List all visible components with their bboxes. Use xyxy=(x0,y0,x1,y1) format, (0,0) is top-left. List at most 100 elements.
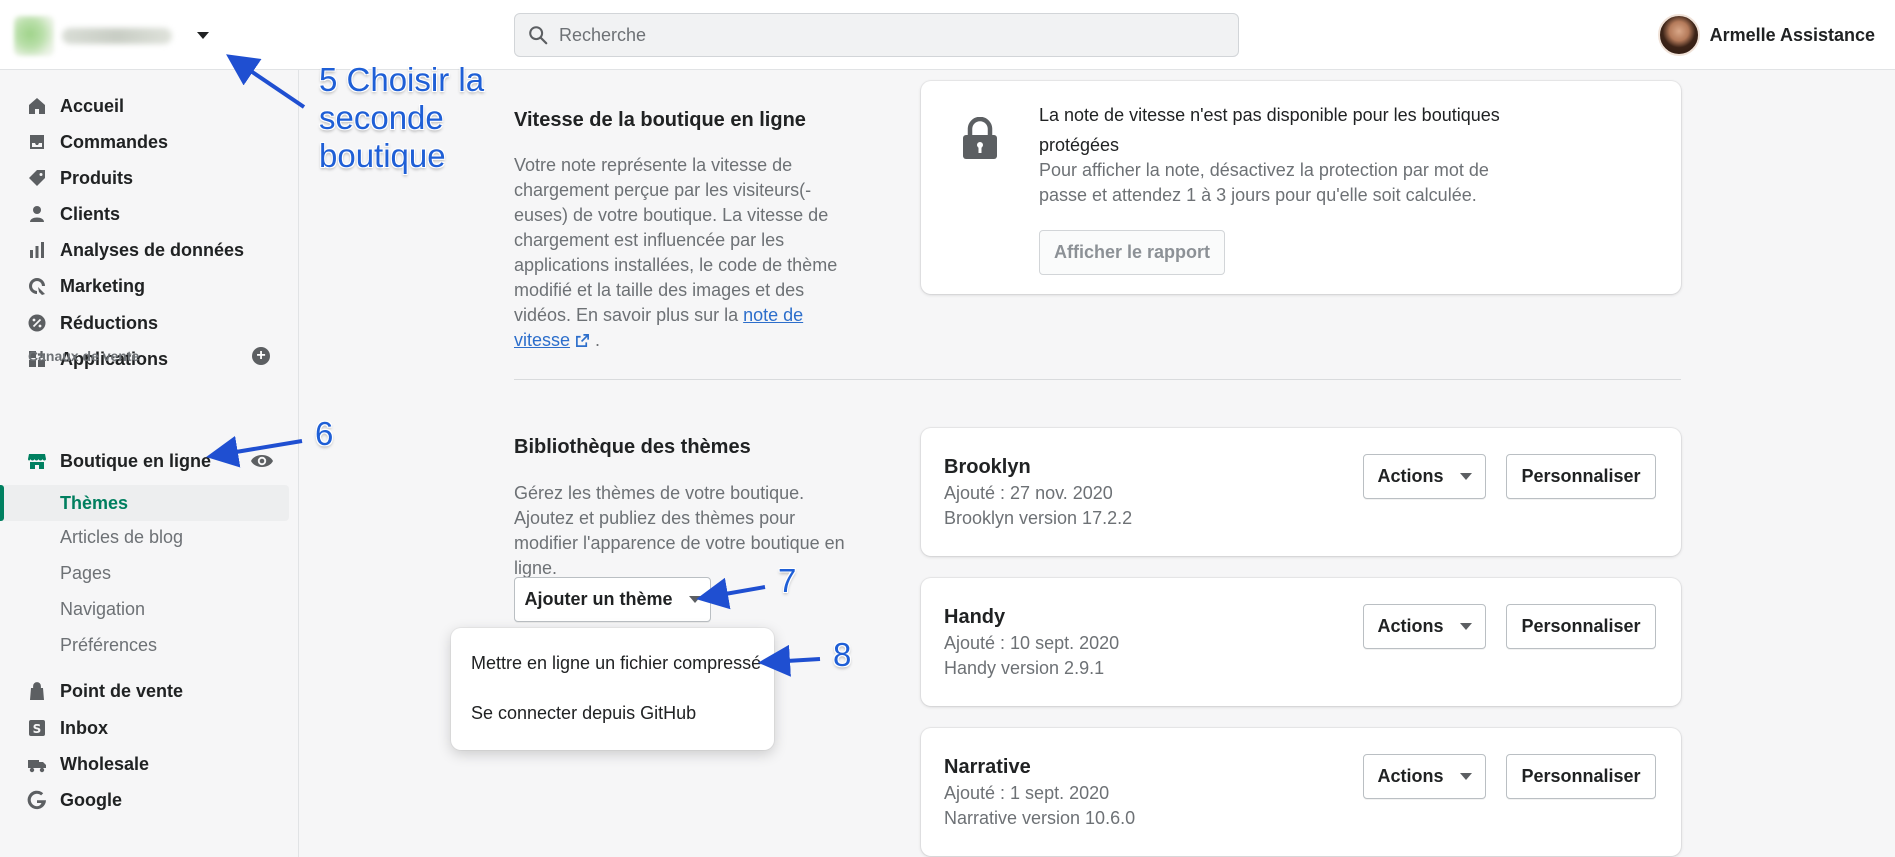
external-link-icon xyxy=(576,334,590,347)
top-bar: Armelle Assistance xyxy=(0,0,1895,70)
add-theme-dropdown: Mettre en ligne un fichier compressé Se … xyxy=(451,628,774,750)
discount-icon xyxy=(26,312,48,334)
add-channel-plus-icon[interactable]: + xyxy=(252,347,270,365)
orders-icon xyxy=(26,131,48,153)
caret-down-icon xyxy=(1459,773,1472,780)
sidebar-subitem-pages[interactable]: Pages xyxy=(60,557,111,589)
sidebar-subitem-preferences[interactable]: Préférences xyxy=(60,629,157,661)
wholesale-icon xyxy=(26,753,48,775)
search-bar[interactable] xyxy=(514,13,1239,57)
sidebar-item-analyses[interactable]: Analyses de données xyxy=(26,234,244,266)
sidebar-item-label: Réductions xyxy=(60,312,159,333)
google-icon xyxy=(26,789,48,811)
person-icon xyxy=(26,203,48,225)
store-icon xyxy=(26,450,48,472)
sidebar-item-google[interactable]: Google xyxy=(26,784,122,816)
actions-label: Actions xyxy=(1377,766,1444,786)
sidebar-item-clients[interactable]: Clients xyxy=(26,198,120,230)
theme-version: Brooklyn version 17.2.2 xyxy=(944,508,1133,528)
sidebar-item-inbox[interactable]: S Inbox xyxy=(26,712,108,744)
pos-icon xyxy=(26,680,48,702)
customize-button[interactable]: Personnaliser xyxy=(1506,754,1656,799)
speed-card-title: La note de vitesse n'est pas disponible … xyxy=(1039,105,1500,155)
sidebar-subitem-articles[interactable]: Articles de blog xyxy=(60,521,183,553)
theme-added-date: Ajouté : 27 nov. 2020 xyxy=(944,483,1113,503)
tag-icon xyxy=(26,167,48,189)
caret-down-icon xyxy=(1459,473,1472,480)
search-icon xyxy=(529,26,548,45)
add-theme-label: Ajouter un thème xyxy=(524,589,673,609)
theme-library-description: Gérez les thèmes de votre boutique. Ajou… xyxy=(514,483,845,578)
arrow-step-8 xyxy=(758,644,821,677)
theme-name: Handy xyxy=(944,606,1006,628)
sidebar-item-boutique-en-ligne[interactable]: Boutique en ligne xyxy=(26,445,211,477)
sidebar-item-label: Clients xyxy=(60,203,121,224)
lock-icon xyxy=(963,117,997,159)
sidebar-item-marketing[interactable]: Marketing xyxy=(26,270,145,302)
sidebar-item-label: Accueil xyxy=(60,95,125,116)
sidebar-subitem-navigation[interactable]: Navigation xyxy=(60,593,145,625)
actions-button[interactable]: Actions xyxy=(1363,754,1486,799)
user-name: Armelle Assistance xyxy=(1709,24,1875,45)
store-switcher[interactable] xyxy=(14,14,209,58)
view-report-button[interactable]: Afficher le rapport xyxy=(1039,230,1225,275)
sidebar-item-label: Commandes xyxy=(60,131,169,152)
user-menu[interactable]: Armelle Assistance xyxy=(1657,14,1875,56)
annotation-step-6: 6 xyxy=(315,415,334,452)
sidebar-item-commandes[interactable]: Commandes xyxy=(26,126,168,158)
sidebar-item-accueil[interactable]: Accueil xyxy=(26,90,124,122)
actions-button[interactable]: Actions xyxy=(1363,454,1486,499)
connect-github-option[interactable]: Se connecter depuis GitHub xyxy=(471,703,696,724)
sidebar-item-label: Inbox xyxy=(60,717,108,738)
theme-name: Brooklyn xyxy=(944,456,1031,478)
theme-added-date: Ajouté : 10 sept. 2020 xyxy=(944,633,1120,653)
analytics-icon xyxy=(26,239,48,261)
theme-added-date: Ajouté : 1 sept. 2020 xyxy=(944,783,1110,803)
store-logo xyxy=(14,16,54,56)
actions-label: Actions xyxy=(1377,466,1444,486)
annotation-line: boutique xyxy=(319,137,446,174)
annotation-step-8: 8 xyxy=(833,636,852,673)
upload-zip-option[interactable]: Mettre en ligne un fichier compressé xyxy=(471,653,761,674)
sidebar-item-reductions[interactable]: Réductions xyxy=(26,307,158,339)
marketing-icon xyxy=(26,275,48,297)
active-subitem-highlight xyxy=(0,485,289,521)
home-icon xyxy=(26,95,48,117)
caret-down-icon xyxy=(688,596,701,603)
eye-icon[interactable] xyxy=(250,452,274,470)
annotation-step-7: 7 xyxy=(778,562,797,599)
actions-button[interactable]: Actions xyxy=(1363,604,1486,649)
arrow-step-7 xyxy=(696,577,766,610)
svg-text:S: S xyxy=(33,722,42,736)
sales-channels-label: Canaux de vente xyxy=(28,348,140,364)
sidebar-item-produits[interactable]: Produits xyxy=(26,162,133,194)
theme-version: Narrative version 10.6.0 xyxy=(944,808,1136,828)
active-subitem-indicator xyxy=(0,485,4,521)
sidebar-item-label: Analyses de données xyxy=(60,239,245,260)
store-name-blurred xyxy=(62,28,172,44)
add-theme-button[interactable]: Ajouter un thème xyxy=(514,577,711,622)
inbox-icon: S xyxy=(26,717,48,739)
speed-description-text: Votre note représente la vitesse de char… xyxy=(514,155,838,325)
sidebar-item-label: Produits xyxy=(60,167,134,188)
section-divider xyxy=(514,379,1681,380)
sidebar-item-label: Google xyxy=(60,789,122,810)
caret-down-icon xyxy=(197,32,209,39)
speed-card-description: Pour afficher la note, désactivez la pro… xyxy=(1039,160,1489,205)
theme-version: Handy version 2.9.1 xyxy=(944,658,1105,678)
caret-down-icon xyxy=(1459,623,1472,630)
user-avatar xyxy=(1657,14,1700,56)
sidebar-item-label: Marketing xyxy=(60,275,146,296)
sidebar-item-label: Wholesale xyxy=(60,753,150,774)
speed-section-title: Vitesse de la boutique en ligne xyxy=(514,109,806,131)
annotation-line: seconde xyxy=(319,99,444,136)
sidebar-item-point-de-vente[interactable]: Point de vente xyxy=(26,675,183,707)
sidebar-item-wholesale[interactable]: Wholesale xyxy=(26,748,149,780)
speed-section-description: Votre note représente la vitesse de char… xyxy=(514,153,864,353)
sidebar-subitem-themes[interactable]: Thèmes xyxy=(60,487,128,519)
customize-button[interactable]: Personnaliser xyxy=(1506,604,1656,649)
sidebar-item-label: Boutique en ligne xyxy=(60,450,211,471)
customize-button[interactable]: Personnaliser xyxy=(1506,454,1656,499)
sidebar-item-label: Point de vente xyxy=(60,680,184,701)
search-input[interactable] xyxy=(559,24,1199,46)
